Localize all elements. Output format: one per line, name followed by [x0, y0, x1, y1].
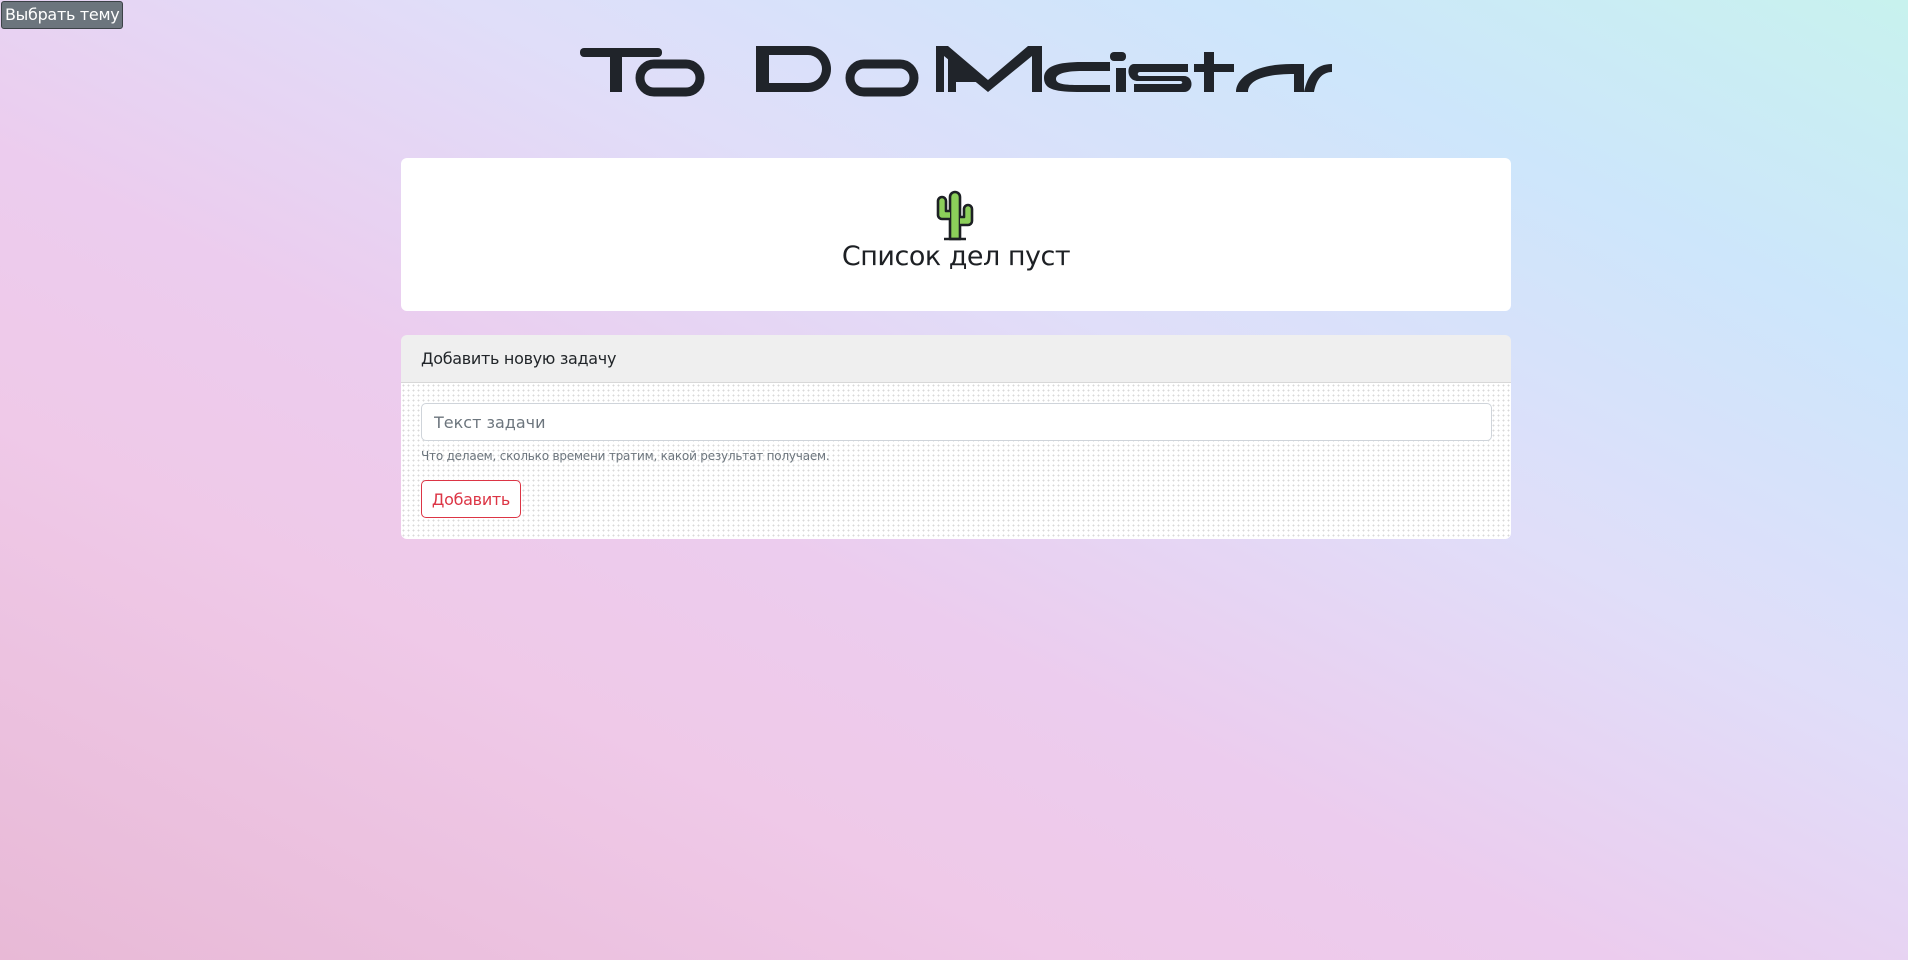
task-input-hint: Что делаем, сколько времени тратим, како…: [421, 449, 830, 463]
app-logo: [0, 28, 1908, 112]
cactus-icon: [936, 190, 974, 241]
empty-list-title: Список дел пуст: [841, 241, 1071, 272]
task-text-input[interactable]: [421, 403, 1492, 441]
add-task-card-header: Добавить новую задачу: [401, 335, 1511, 383]
add-task-card: Добавить новую задачу Что делаем, скольк…: [401, 335, 1511, 539]
add-task-button[interactable]: Добавить: [421, 480, 521, 518]
theme-select-button[interactable]: Выбрать тему: [1, 1, 124, 29]
app-logo-wordmark: [580, 46, 1332, 97]
add-task-card-body: Что делаем, сколько времени тратим, како…: [401, 383, 1511, 539]
